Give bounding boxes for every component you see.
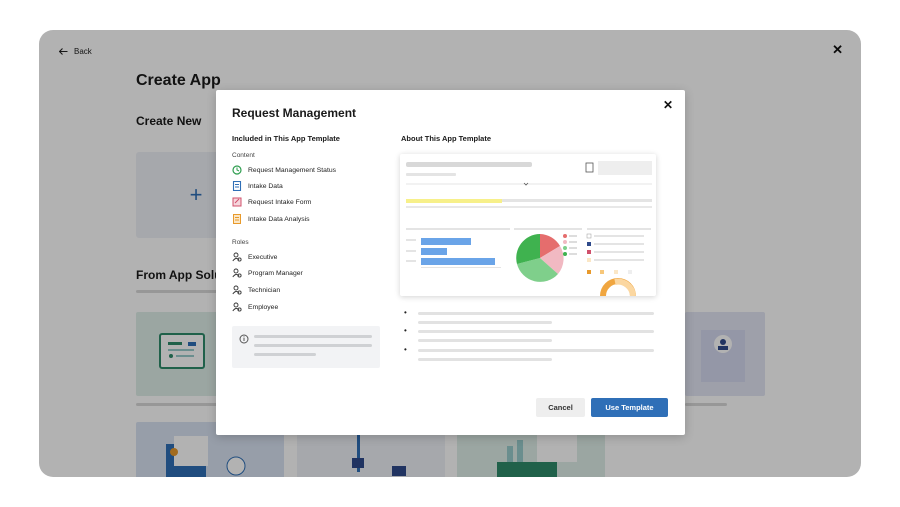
about-line-3	[418, 349, 654, 352]
close-icon[interactable]: ✕	[663, 98, 673, 112]
note-line-1	[254, 335, 372, 338]
modal-title: Request Management	[232, 106, 357, 120]
person-gear-icon	[232, 302, 242, 312]
data-icon	[232, 181, 242, 191]
content-item-label: Intake Data	[248, 182, 283, 190]
about-line-3b	[418, 358, 552, 361]
dashboard-preview-illustration	[406, 161, 652, 296]
about-line-2	[418, 330, 654, 333]
note-line-2	[254, 344, 372, 347]
person-gear-icon	[232, 268, 242, 278]
role-executive: Executive	[232, 252, 277, 262]
use-template-button[interactable]: Use Template	[591, 398, 668, 417]
bullet-1: •	[404, 308, 407, 317]
content-item-label: Request Management Status	[248, 166, 337, 174]
info-note-placeholder	[232, 326, 380, 368]
content-item-label: Intake Data Analysis	[248, 215, 310, 223]
content-item-label: Request Intake Form	[248, 198, 312, 206]
bullet-2: •	[404, 326, 407, 335]
content-item-analysis: Intake Data Analysis	[232, 214, 310, 224]
info-icon	[239, 334, 249, 344]
content-item-status: Request Management Status	[232, 165, 336, 175]
role-program-manager: Program Manager	[232, 268, 303, 278]
content-label: Content	[232, 152, 255, 159]
about-line-2b	[418, 339, 552, 342]
role-label: Program Manager	[248, 269, 303, 277]
status-icon	[232, 165, 242, 175]
person-gear-icon	[232, 252, 242, 262]
form-icon	[232, 197, 242, 207]
analysis-icon	[233, 214, 241, 224]
cancel-button[interactable]: Cancel	[536, 398, 585, 417]
role-technician: Technician	[232, 285, 280, 295]
about-line-1	[418, 312, 654, 315]
template-modal: Request Management ✕ Included in This Ap…	[216, 90, 685, 435]
note-line-3	[254, 353, 316, 356]
roles-label: Roles	[232, 239, 249, 246]
role-label: Executive	[248, 253, 278, 261]
content-item-intake-form: Request Intake Form	[232, 197, 311, 207]
role-label: Employee	[248, 303, 279, 311]
template-preview-image	[400, 154, 656, 296]
person-gear-icon	[232, 285, 242, 295]
bullet-3: •	[404, 345, 407, 354]
role-employee: Employee	[232, 302, 278, 312]
about-line-1b	[418, 321, 552, 324]
content-item-intake-data: Intake Data	[232, 181, 283, 191]
about-heading: About This App Template	[401, 134, 491, 143]
role-label: Technician	[248, 286, 281, 294]
included-heading: Included in This App Template	[232, 134, 340, 143]
